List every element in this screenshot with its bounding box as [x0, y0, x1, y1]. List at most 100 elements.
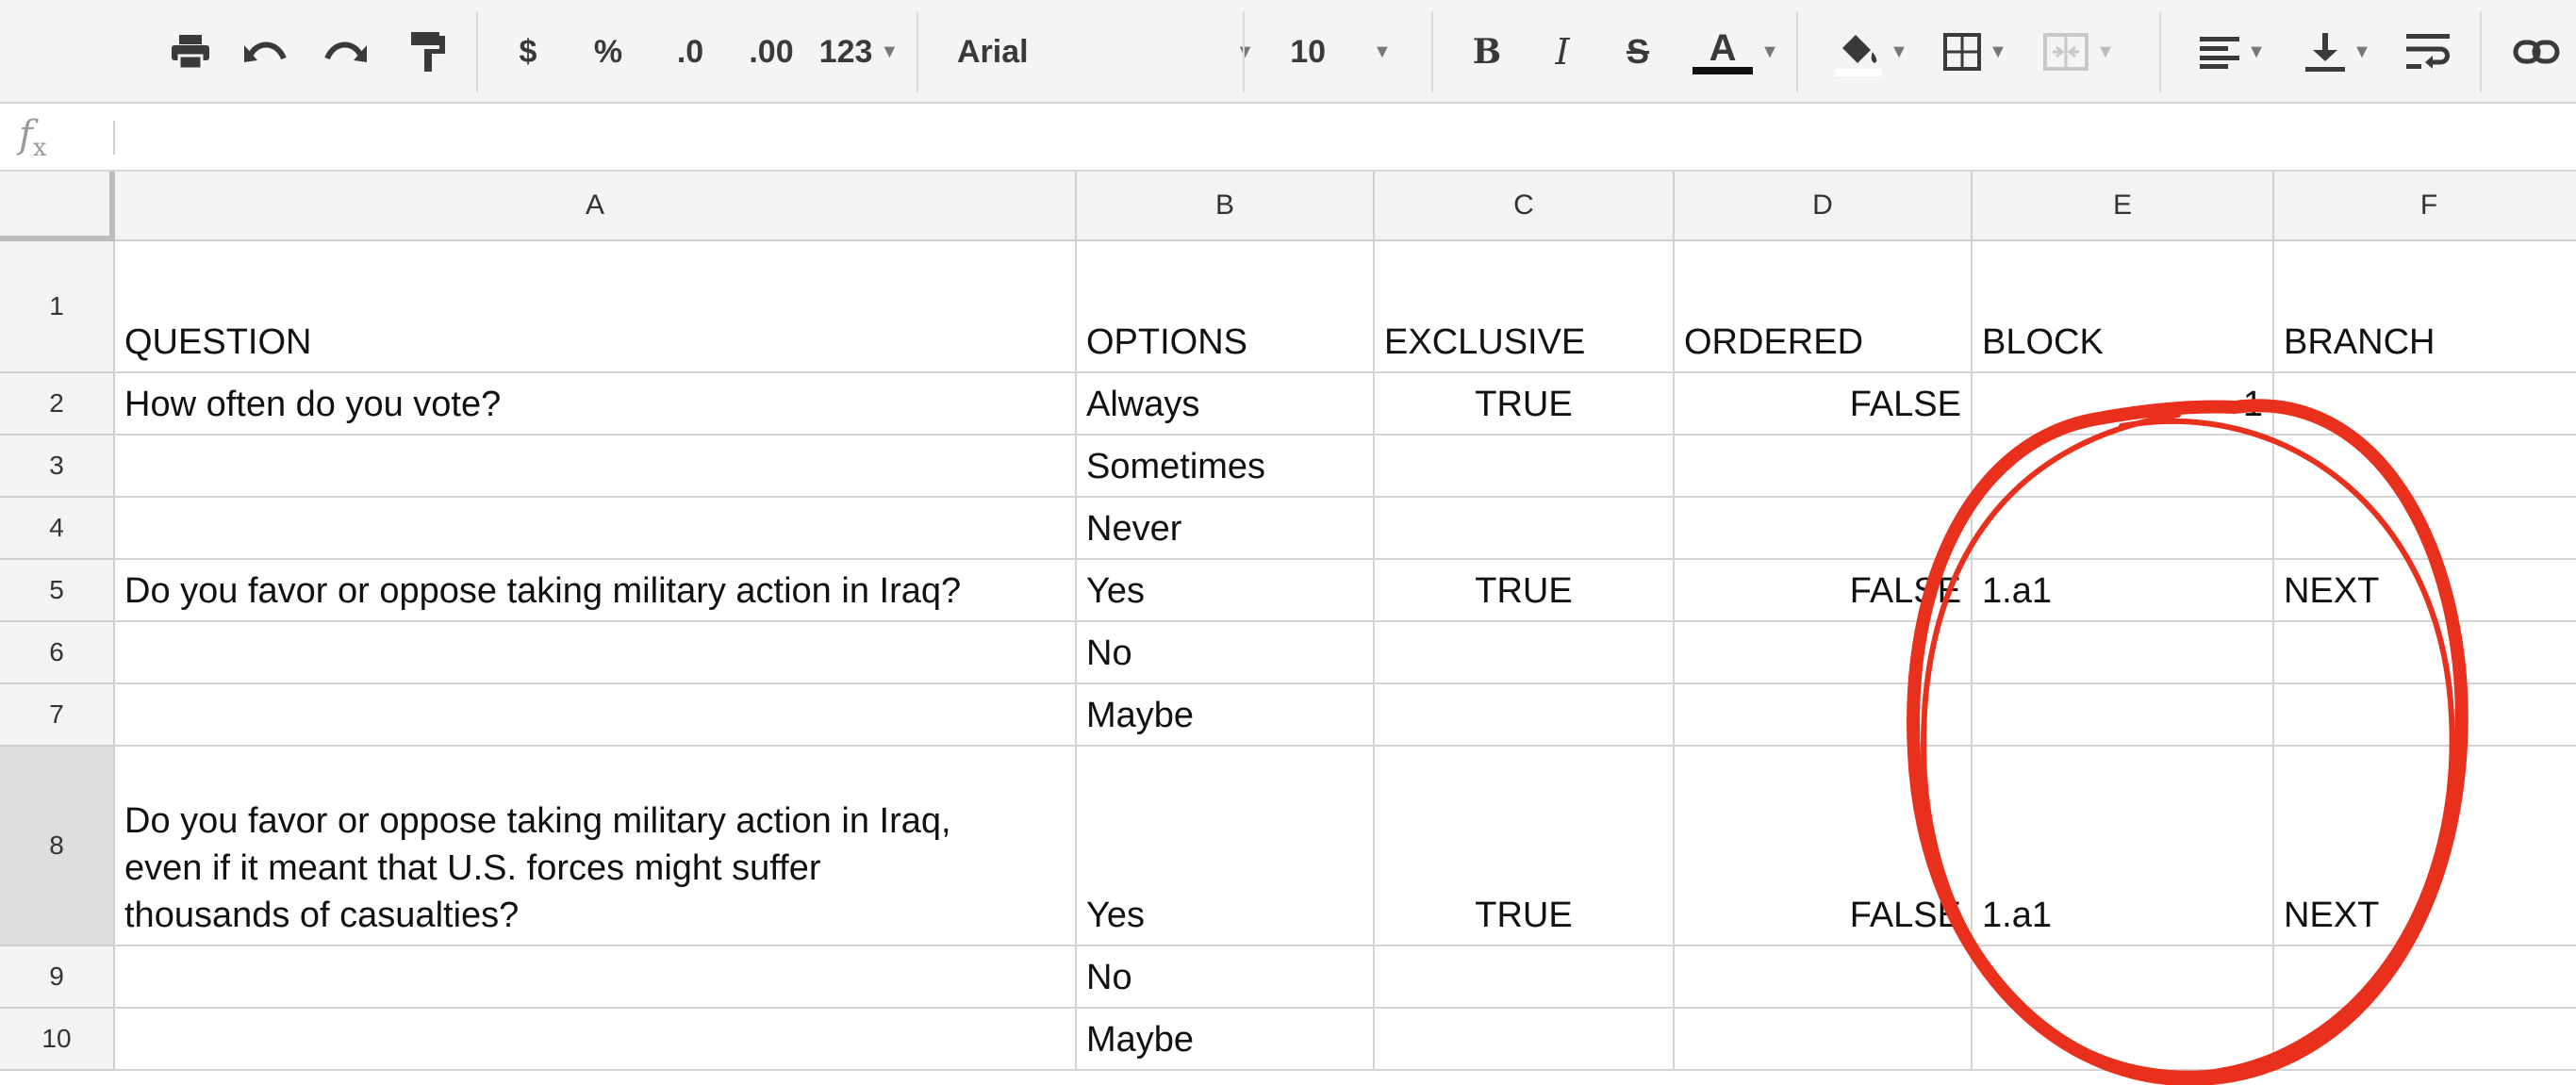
column-header-b[interactable]: B — [1077, 172, 1375, 241]
cell-c1[interactable]: EXCLUSIVE — [1375, 241, 1675, 373]
horizontal-align-button[interactable]: ▼ — [2186, 0, 2280, 104]
vertical-align-button[interactable]: ▼ — [2291, 0, 2386, 104]
cell-a9[interactable] — [115, 946, 1077, 1009]
cell-c10[interactable] — [1375, 1009, 1675, 1071]
percent-format-button[interactable]: % — [586, 0, 630, 104]
cell-e9[interactable] — [1973, 946, 2274, 1009]
row-header-5[interactable]: 5 — [0, 560, 115, 622]
row-header-8[interactable]: 8 — [0, 747, 115, 946]
cell-f7[interactable] — [2274, 684, 2576, 747]
column-header-c[interactable]: C — [1375, 172, 1675, 241]
more-formats-button[interactable]: 123 ▼ — [807, 0, 911, 104]
insert-link-button[interactable] — [2503, 0, 2569, 104]
cell-d6[interactable] — [1675, 622, 1973, 684]
cell-b4[interactable]: Never — [1077, 498, 1375, 560]
cell-b3[interactable]: Sometimes — [1077, 436, 1375, 498]
font-size-select[interactable]: 10 ▼ — [1247, 0, 1435, 104]
cell-e2[interactable]: 1 — [1973, 373, 2274, 436]
cell-f8[interactable]: NEXT — [2274, 747, 2576, 946]
cell-a7[interactable] — [115, 684, 1077, 747]
row-header-2[interactable]: 2 — [0, 373, 115, 436]
cell-e6[interactable] — [1973, 622, 2274, 684]
print-icon[interactable] — [162, 0, 219, 104]
merge-cells-button[interactable]: ▼ — [2027, 0, 2131, 104]
column-header-d[interactable]: D — [1675, 172, 1973, 241]
row-header-1[interactable]: 1 — [0, 241, 115, 373]
cell-c6[interactable] — [1375, 622, 1675, 684]
select-all-corner[interactable] — [0, 172, 115, 241]
cell-c4[interactable] — [1375, 498, 1675, 560]
paint-format-icon[interactable] — [400, 0, 456, 104]
row-header-9[interactable]: 9 — [0, 946, 115, 1009]
cell-c9[interactable] — [1375, 946, 1675, 1009]
cell-f9[interactable] — [2274, 946, 2576, 1009]
cell-a4[interactable] — [115, 498, 1077, 560]
cell-b9[interactable]: No — [1077, 946, 1375, 1009]
cell-c2[interactable]: TRUE — [1375, 373, 1675, 436]
cell-f5[interactable]: NEXT — [2274, 560, 2576, 622]
cell-d7[interactable] — [1675, 684, 1973, 747]
column-header-a[interactable]: A — [115, 172, 1077, 241]
cell-e1[interactable]: BLOCK — [1973, 241, 2274, 373]
formula-input[interactable] — [123, 109, 2540, 166]
increase-decimal-button[interactable]: .00 — [734, 0, 809, 104]
row-header-10[interactable]: 10 — [0, 1009, 115, 1071]
currency-format-button[interactable]: $ — [509, 0, 547, 104]
cell-e10[interactable] — [1973, 1009, 2274, 1071]
font-family-select[interactable]: Arial ▼ — [957, 0, 1254, 104]
cell-e3[interactable] — [1973, 436, 2274, 498]
cell-e4[interactable] — [1973, 498, 2274, 560]
cell-f4[interactable] — [2274, 498, 2576, 560]
cell-a1[interactable]: QUESTION — [115, 241, 1077, 373]
decrease-decimal-button[interactable]: .0 — [660, 0, 720, 104]
fill-color-button[interactable]: ▼ — [1825, 0, 1919, 104]
column-header-f[interactable]: F — [2274, 172, 2576, 241]
cell-a2[interactable]: How often do you vote? — [115, 373, 1077, 436]
row-header-3[interactable]: 3 — [0, 436, 115, 498]
borders-button[interactable]: ▼ — [1933, 0, 2018, 104]
cell-d1[interactable]: ORDERED — [1675, 241, 1973, 373]
bold-button[interactable]: B — [1463, 0, 1511, 104]
cell-a6[interactable] — [115, 622, 1077, 684]
cell-b6[interactable]: No — [1077, 622, 1375, 684]
row-header-7[interactable]: 7 — [0, 684, 115, 747]
cell-c3[interactable] — [1375, 436, 1675, 498]
cell-a8[interactable]: Do you favor or oppose taking military a… — [115, 747, 1077, 946]
row-header-4[interactable]: 4 — [0, 498, 115, 560]
cell-e8[interactable]: 1.a1 — [1973, 747, 2274, 946]
undo-icon[interactable] — [238, 0, 294, 104]
cell-f1[interactable]: BRANCH — [2274, 241, 2576, 373]
cell-b10[interactable]: Maybe — [1077, 1009, 1375, 1071]
cell-e5[interactable]: 1.a1 — [1973, 560, 2274, 622]
cell-d2[interactable]: FALSE — [1675, 373, 1973, 436]
cell-b7[interactable]: Maybe — [1077, 684, 1375, 747]
strikethrough-button[interactable]: S — [1614, 0, 1661, 104]
cell-c5[interactable]: TRUE — [1375, 560, 1675, 622]
cell-d3[interactable] — [1675, 436, 1973, 498]
cell-b2[interactable]: Always — [1077, 373, 1375, 436]
cell-b8[interactable]: Yes — [1077, 747, 1375, 946]
cell-b1[interactable]: OPTIONS — [1077, 241, 1375, 373]
cell-a5[interactable]: Do you favor or oppose taking military a… — [115, 560, 1077, 622]
cell-f10[interactable] — [2274, 1009, 2576, 1071]
column-header-e[interactable]: E — [1973, 172, 2274, 241]
row-header-6[interactable]: 6 — [0, 622, 115, 684]
cell-d5[interactable]: FALSE — [1675, 560, 1973, 622]
cell-d9[interactable] — [1675, 946, 1973, 1009]
italic-button[interactable]: I — [1539, 0, 1586, 104]
cell-d4[interactable] — [1675, 498, 1973, 560]
cell-e7[interactable] — [1973, 684, 2274, 747]
text-color-button[interactable]: A ▼ — [1684, 0, 1788, 104]
cell-a3[interactable] — [115, 436, 1077, 498]
cell-c7[interactable] — [1375, 684, 1675, 747]
cell-b5[interactable]: Yes — [1077, 560, 1375, 622]
cell-f3[interactable] — [2274, 436, 2576, 498]
cell-d8[interactable]: FALSE — [1675, 747, 1973, 946]
text-wrap-button[interactable] — [2395, 0, 2461, 104]
cell-f6[interactable] — [2274, 622, 2576, 684]
cell-d10[interactable] — [1675, 1009, 1973, 1071]
cell-a10[interactable] — [115, 1009, 1077, 1071]
cell-f2[interactable] — [2274, 373, 2576, 436]
cell-c8[interactable]: TRUE — [1375, 747, 1675, 946]
redo-icon[interactable] — [317, 0, 373, 104]
